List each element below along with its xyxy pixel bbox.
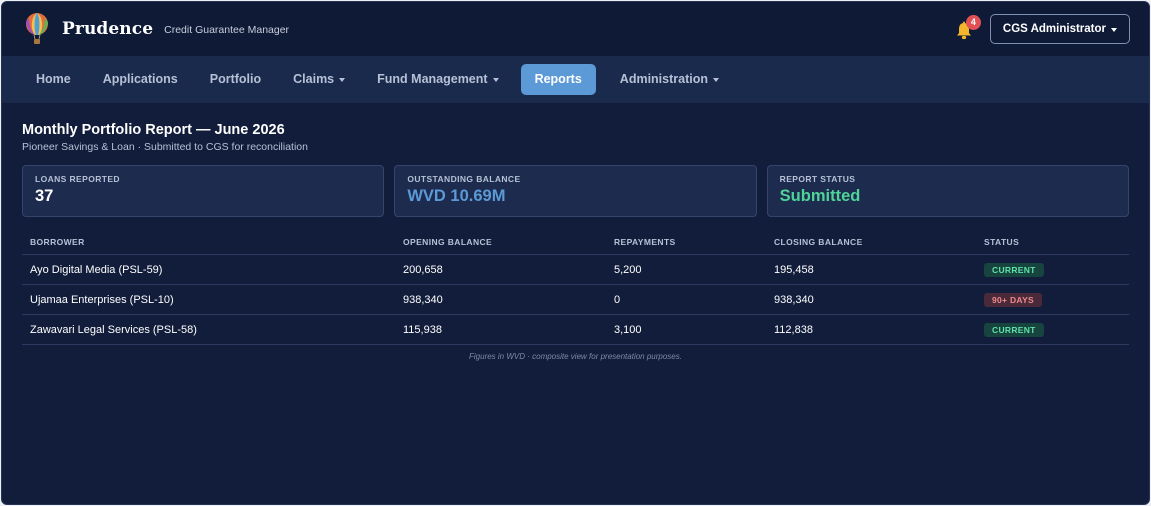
nav-label: Applications bbox=[102, 72, 178, 86]
repayments-cell: 3,100 bbox=[606, 314, 766, 345]
borrower-cell: Ujamaa Enterprises (PSL-10) bbox=[22, 284, 395, 315]
nav-label: Claims bbox=[293, 72, 335, 86]
column-header: OPENING BALANCE bbox=[395, 231, 606, 255]
chevron-down-icon bbox=[492, 78, 499, 82]
nav-applications[interactable]: Applications bbox=[87, 64, 194, 95]
table-header-row: BORROWER OPENING BALANCE REPAYMENTS CLOS… bbox=[22, 231, 1129, 255]
card-value: Submitted bbox=[779, 187, 861, 205]
nav-reports[interactable]: Reports bbox=[520, 64, 596, 95]
main-content: Monthly Portfolio Report — June 2026 Pio… bbox=[2, 103, 1149, 361]
nav-administration[interactable]: Administration bbox=[604, 64, 735, 95]
nav-label: Administration bbox=[619, 72, 708, 86]
card-value: 37 bbox=[35, 187, 54, 205]
nav-home[interactable]: Home bbox=[20, 64, 87, 95]
table-footnote: Figures in WVD · composite view for pres… bbox=[469, 352, 682, 361]
summary-cards: LOANS REPORTED 37 OUTSTANDING BALANCE WV… bbox=[22, 165, 1129, 217]
card-label: REPORT STATUS bbox=[779, 174, 856, 184]
chevron-down-icon bbox=[339, 78, 346, 82]
table-row[interactable]: Ayo Digital Media (PSL-59) 200,658 5,200… bbox=[22, 254, 1129, 285]
closing-balance-cell: 112,838 bbox=[766, 314, 976, 345]
opening-balance-cell: 200,658 bbox=[395, 254, 606, 285]
status-cell: 90+ DAYS bbox=[976, 284, 1129, 315]
nav-claims[interactable]: Claims bbox=[277, 64, 361, 95]
borrower-cell: Ayo Digital Media (PSL-59) bbox=[22, 254, 395, 285]
hot-air-balloon-logo-icon bbox=[26, 13, 48, 44]
card-label: OUTSTANDING BALANCE bbox=[407, 174, 521, 184]
notifications-button[interactable]: 4 bbox=[953, 15, 981, 41]
user-menu-button[interactable]: CGS Administrator bbox=[989, 14, 1130, 44]
nav-label: Fund Management bbox=[377, 72, 488, 86]
repayments-cell: 5,200 bbox=[606, 254, 766, 285]
brand-tagline: Credit Guarantee Manager bbox=[164, 23, 290, 36]
user-menu-label: CGS Administrator bbox=[1002, 23, 1106, 35]
top-bar: Prudence Credit Guarantee Manager 4 CGS … bbox=[2, 2, 1149, 56]
nav-fund-management[interactable]: Fund Management bbox=[361, 64, 514, 95]
table-row[interactable]: Zawavari Legal Services (PSL-58) 115,938… bbox=[22, 314, 1129, 345]
card-label: LOANS REPORTED bbox=[35, 174, 120, 184]
chevron-down-icon bbox=[1111, 27, 1117, 32]
status-badge: 90+ DAYS bbox=[984, 292, 1043, 307]
card-value: WVD 10.69M bbox=[407, 187, 506, 205]
nav-portfolio[interactable]: Portfolio bbox=[194, 64, 277, 95]
portfolio-table: BORROWER OPENING BALANCE REPAYMENTS CLOS… bbox=[22, 231, 1129, 345]
repayments-cell: 0 bbox=[606, 284, 766, 315]
nav-label: Reports bbox=[534, 72, 582, 86]
report-status-card: REPORT STATUS Submitted bbox=[766, 165, 1129, 217]
opening-balance-cell: 115,938 bbox=[395, 314, 606, 345]
status-cell: CURRENT bbox=[976, 314, 1129, 345]
column-header: REPAYMENTS bbox=[606, 231, 766, 255]
status-badge: CURRENT bbox=[984, 322, 1044, 337]
brand-name: Prudence bbox=[62, 19, 154, 39]
main-nav: Home Applications Portfolio Claims Fund … bbox=[2, 56, 1149, 103]
page-title: Monthly Portfolio Report — June 2026 bbox=[22, 122, 285, 138]
column-header: BORROWER bbox=[22, 231, 395, 255]
notification-count-badge: 4 bbox=[965, 15, 981, 30]
top-right-controls: 4 CGS Administrator bbox=[953, 14, 1130, 44]
nav-label: Home bbox=[36, 72, 71, 86]
closing-balance-cell: 195,458 bbox=[766, 254, 976, 285]
status-badge: CURRENT bbox=[984, 262, 1044, 277]
loans-reported-card: LOANS REPORTED 37 bbox=[22, 165, 385, 217]
borrower-cell: Zawavari Legal Services (PSL-58) bbox=[22, 314, 395, 345]
page-subtitle: Pioneer Savings & Loan · Submitted to CG… bbox=[22, 141, 308, 153]
table-row[interactable]: Ujamaa Enterprises (PSL-10) 938,340 0 93… bbox=[22, 284, 1129, 315]
status-cell: CURRENT bbox=[976, 254, 1129, 285]
column-header: CLOSING BALANCE bbox=[766, 231, 976, 255]
column-header: STATUS bbox=[976, 231, 1129, 255]
app-window: Prudence Credit Guarantee Manager 4 CGS … bbox=[1, 1, 1150, 505]
nav-label: Portfolio bbox=[209, 72, 262, 86]
outstanding-balance-card: OUTSTANDING BALANCE WVD 10.69M bbox=[394, 165, 757, 217]
chevron-down-icon bbox=[713, 78, 719, 82]
opening-balance-cell: 938,340 bbox=[395, 284, 606, 315]
closing-balance-cell: 938,340 bbox=[766, 284, 976, 315]
